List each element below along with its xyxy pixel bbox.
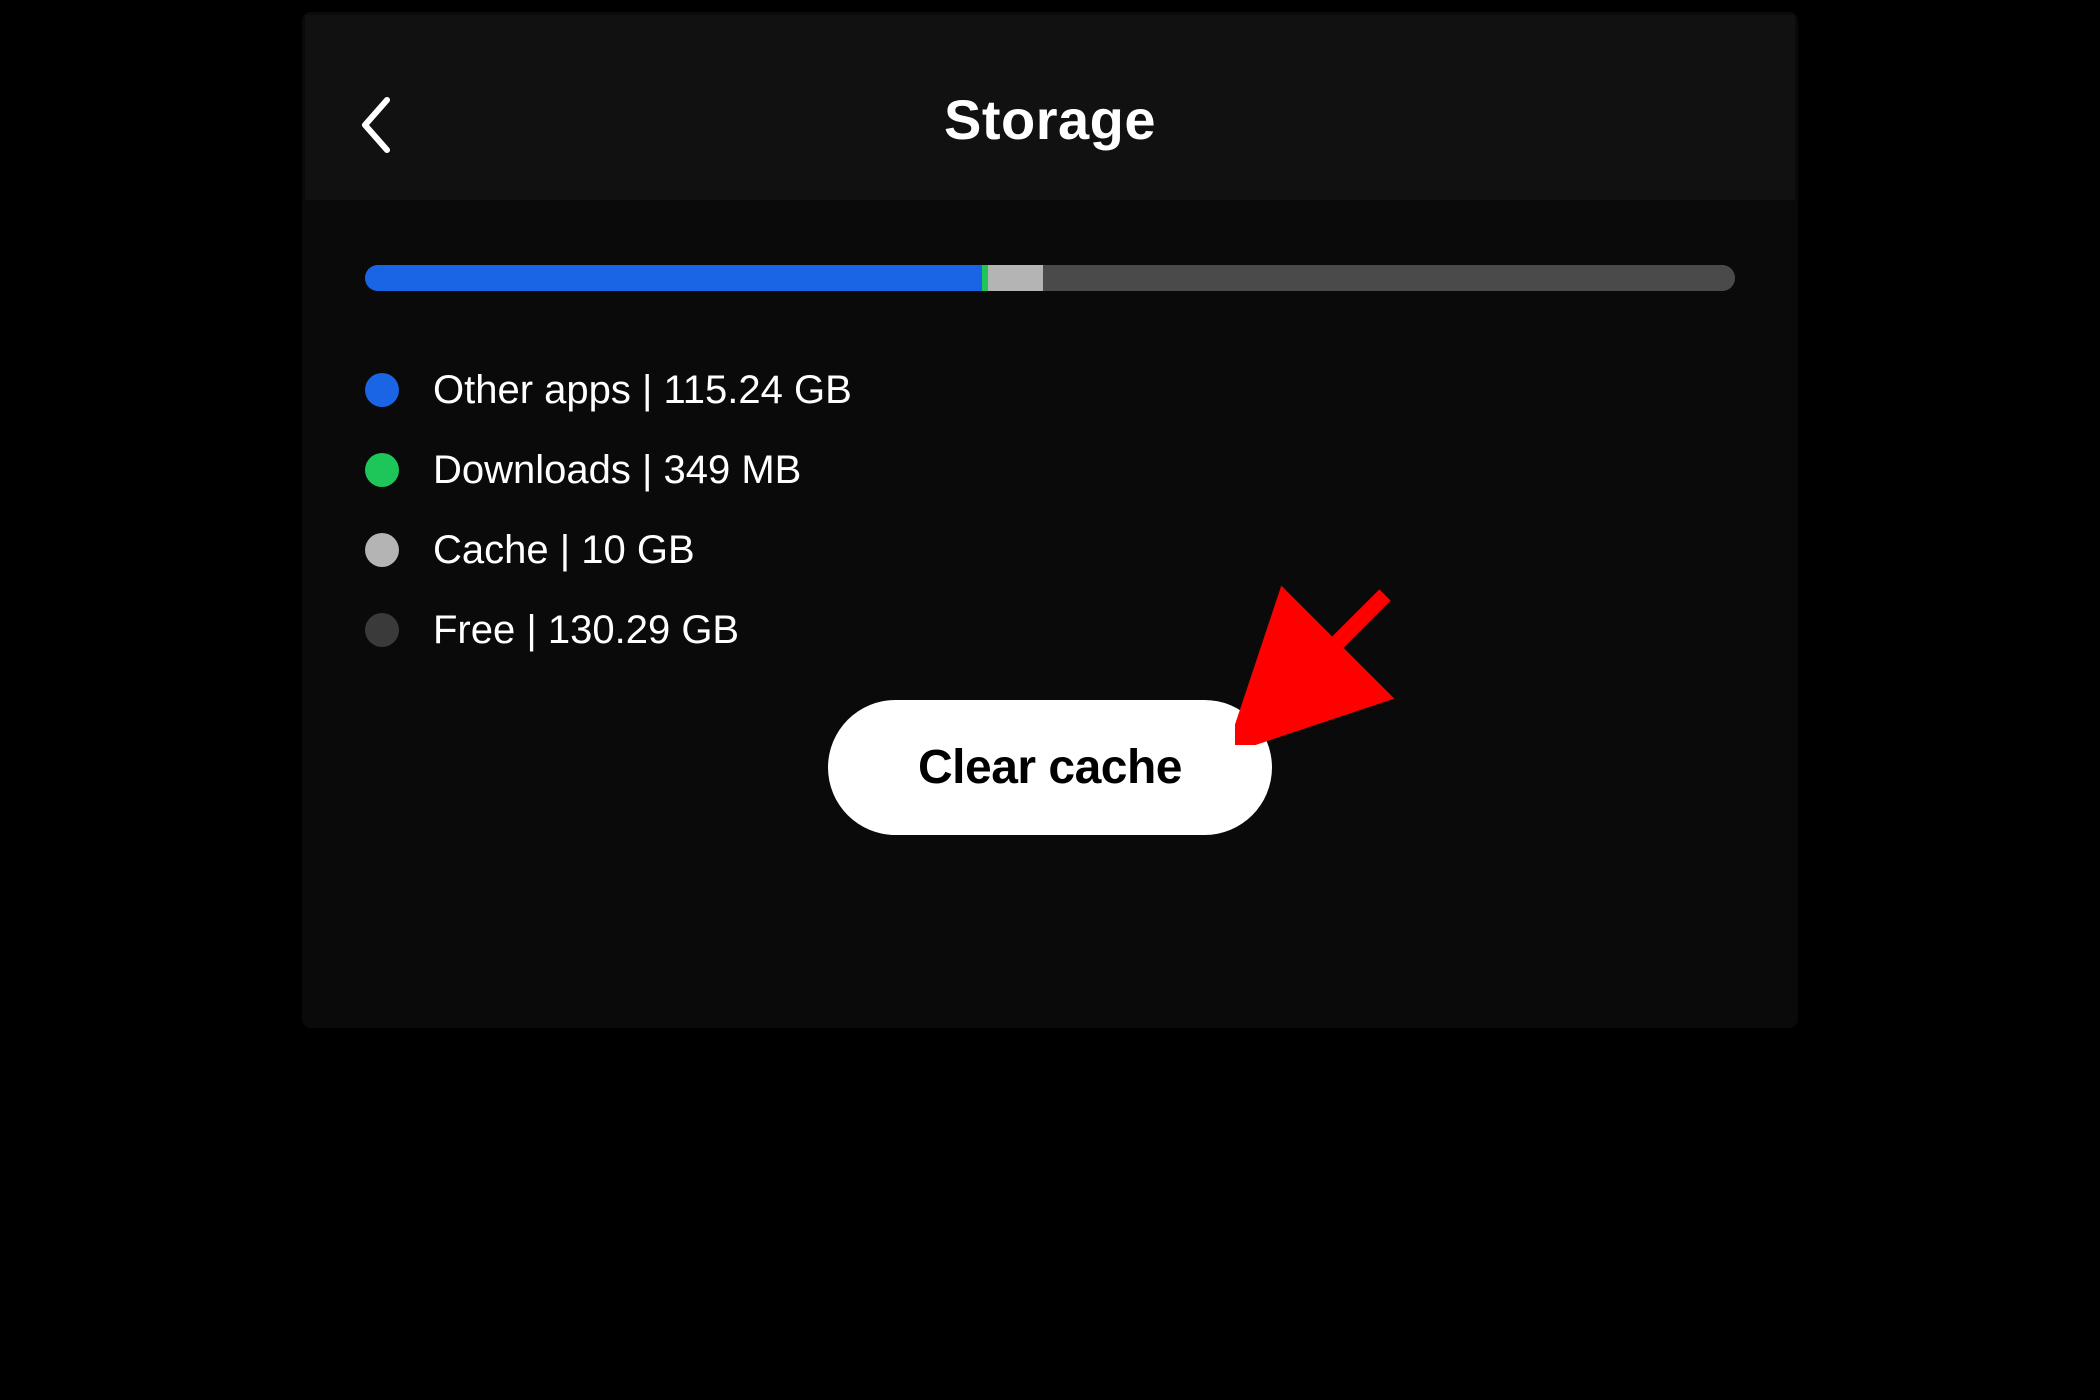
page-title: Storage <box>305 87 1795 152</box>
legend-dot-icon <box>365 373 399 407</box>
storage-legend: Other apps | 115.24 GB Downloads | 349 M… <box>365 350 1735 670</box>
storage-segment-otherapps <box>365 265 982 291</box>
legend-label-otherapps: Other apps | 115.24 GB <box>433 368 852 413</box>
legend-label-free: Free | 130.29 GB <box>433 608 739 653</box>
legend-row-cache: Cache | 10 GB <box>365 510 1735 590</box>
legend-dot-icon <box>365 453 399 487</box>
legend-label-downloads: Downloads | 349 MB <box>433 448 801 493</box>
legend-row-otherapps: Other apps | 115.24 GB <box>365 350 1735 430</box>
header-bar: Storage <box>305 15 1795 200</box>
legend-row-free: Free | 130.29 GB <box>365 590 1735 670</box>
legend-dot-icon <box>365 533 399 567</box>
storage-segment-downloads <box>982 265 989 291</box>
storage-settings-panel: Storage Other apps | 115.24 GB Downloads… <box>305 15 1795 1025</box>
storage-segment-cache <box>988 265 1043 291</box>
legend-row-downloads: Downloads | 349 MB <box>365 430 1735 510</box>
clear-cache-button[interactable]: Clear cache <box>828 700 1272 835</box>
storage-usage-bar <box>365 265 1735 291</box>
legend-dot-icon <box>365 613 399 647</box>
legend-label-cache: Cache | 10 GB <box>433 528 695 573</box>
storage-segment-free <box>1043 265 1735 291</box>
